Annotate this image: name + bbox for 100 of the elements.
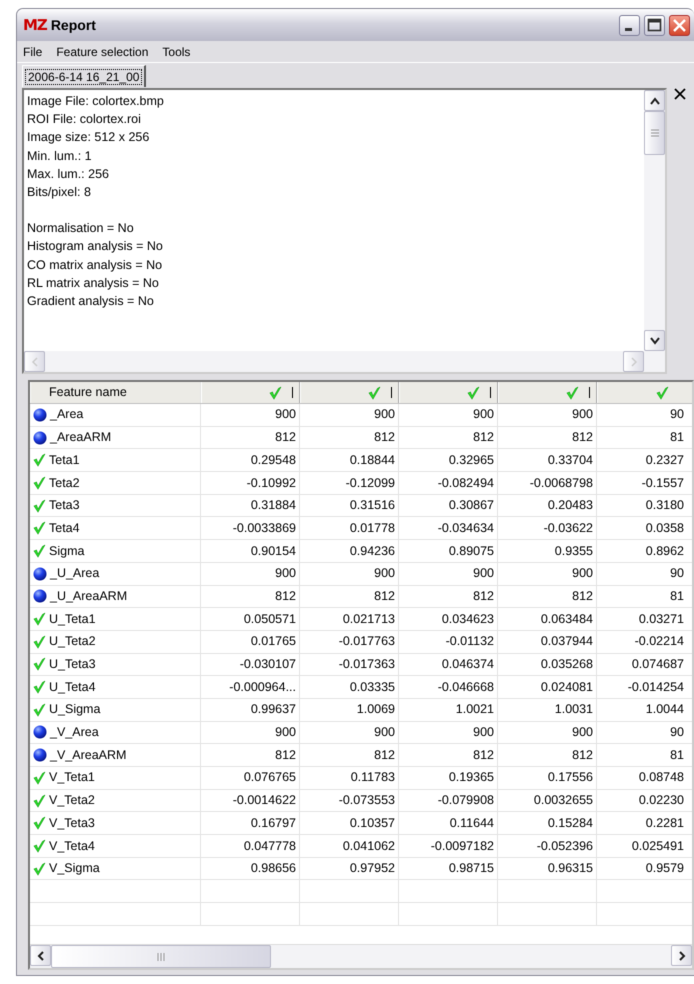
- table-cell: -0.0033869: [201, 517, 300, 540]
- scroll-down-icon[interactable]: [650, 336, 660, 344]
- close-button[interactable]: [669, 14, 690, 36]
- table-cell: 0.063484: [498, 608, 597, 630]
- table-cell: 900: [201, 404, 300, 426]
- menu-item[interactable]: Feature selection: [56, 42, 148, 60]
- report-line: Image size: 512 x 256: [27, 129, 150, 146]
- feature-name: _Area: [50, 406, 84, 424]
- feature-name: V_Teta2: [49, 792, 95, 810]
- table-cell: 0.035268: [498, 654, 597, 676]
- table-cell-text: 90: [669, 406, 685, 424]
- table-cell: 0.024081: [498, 676, 597, 698]
- report-line: RL matrix analysis = No: [27, 274, 160, 292]
- feature-name: Teta4: [49, 520, 80, 537]
- feature-name: V_Teta3: [49, 814, 95, 832]
- table-cell: 0.0032655: [498, 790, 597, 812]
- table-cell: 0.046374: [399, 654, 498, 676]
- grip-icon: [650, 129, 658, 137]
- feature-name: U_Teta4: [49, 678, 96, 696]
- vertical-scrollbar[interactable]: [644, 90, 665, 351]
- table-cell: -0.052396: [498, 835, 597, 857]
- feature-name: U_Teta1: [49, 610, 96, 628]
- report-line: Image File: colortex.bmp: [27, 93, 165, 110]
- minimize-button[interactable]: [619, 14, 640, 36]
- column-header[interactable]: [498, 382, 597, 403]
- report-line: Histogram analysis = No: [27, 238, 164, 256]
- maximize-button[interactable]: [644, 14, 665, 36]
- column-header[interactable]: [201, 382, 300, 403]
- table-cell: 0.15284: [498, 812, 597, 834]
- feature-name: U_Teta3: [49, 656, 96, 674]
- table-cell: -0.0097182: [399, 835, 498, 857]
- table-cell: 812: [201, 744, 300, 766]
- table-cell: 1.0021: [399, 698, 498, 721]
- table-cell: 812: [201, 426, 300, 448]
- table-cell-text: 0.0358: [644, 520, 685, 537]
- feature-name: Teta3: [49, 497, 80, 514]
- table-cell: -0.082494: [399, 472, 498, 494]
- feature-name: Teta1: [49, 452, 80, 469]
- table-cell-text: 0.08748: [638, 769, 685, 786]
- table-cell: 0.98656: [201, 858, 300, 880]
- table-cell: -0.079908: [399, 790, 498, 812]
- table-cell: -0.03622: [498, 517, 597, 540]
- table-cell: 812: [300, 744, 399, 766]
- table-cell: 812: [201, 586, 300, 608]
- table-cell: 0.31884: [201, 494, 300, 516]
- table-cell: 812: [498, 426, 597, 448]
- table-cell: 900: [201, 562, 300, 584]
- table-cell: 0.037944: [498, 630, 597, 653]
- table-cell-text: -0.014254: [626, 678, 685, 696]
- table-cell: 0.97952: [300, 858, 399, 880]
- scroll-right-icon[interactable]: [678, 950, 686, 960]
- grip-icon: [157, 952, 165, 960]
- table-cell: 0.94236: [300, 540, 399, 562]
- tab[interactable]: 2006-6-14 16_21_00: [22, 65, 146, 87]
- table-cell: 0.03335: [300, 676, 399, 698]
- report-line: Normalisation = No: [27, 220, 135, 238]
- table-cell: 0.11644: [399, 812, 498, 834]
- table-cell-text: 0.02230: [638, 792, 685, 810]
- scroll-left-icon[interactable]: [36, 950, 44, 960]
- table-cell: 0.01765: [201, 630, 300, 653]
- table-cell: 900: [201, 722, 300, 744]
- table-cell: 812: [300, 426, 399, 448]
- feature-name: Teta2: [49, 474, 80, 492]
- menu-item[interactable]: Tools: [162, 42, 190, 60]
- report-line: Max. lum.: 256: [27, 166, 110, 183]
- table-cell: 900: [399, 562, 498, 584]
- table-cell-text: 0.025491: [630, 838, 685, 855]
- column-header[interactable]: [399, 382, 498, 403]
- table-cell: 812: [300, 586, 399, 608]
- table-cell: -0.000964...: [201, 676, 300, 698]
- table-cell-text: 0.2327: [644, 452, 685, 469]
- table-cell: 900: [300, 722, 399, 744]
- column-header[interactable]: [300, 382, 399, 403]
- horizontal-scrollbar[interactable]: [30, 944, 692, 968]
- app-logo: MZ: [23, 14, 47, 36]
- table-cell: 812: [498, 744, 597, 766]
- table-cell: 0.047778: [201, 835, 300, 857]
- table-cell: 812: [399, 586, 498, 608]
- table-cell: 0.11783: [300, 767, 399, 789]
- table-cell: 0.9355: [498, 540, 597, 562]
- table-cell: 900: [399, 722, 498, 744]
- table-cell: 812: [498, 586, 597, 608]
- report-line: Gradient analysis = No: [27, 293, 155, 310]
- scroll-up-icon[interactable]: [650, 96, 660, 104]
- table-cell: 0.021713: [300, 608, 399, 630]
- table-cell-text: -0.02214: [634, 633, 685, 650]
- table-cell: 0.10357: [300, 812, 399, 834]
- table-cell: 0.050571: [201, 608, 300, 630]
- table-cell-text: 0.3180: [644, 497, 685, 514]
- table-cell: -0.017763: [300, 630, 399, 653]
- report-line: Min. lum.: 1: [27, 148, 93, 165]
- feature-name: U_Teta2: [49, 633, 96, 650]
- table-cell: 0.96315: [498, 858, 597, 880]
- table-cell: 900: [498, 722, 597, 744]
- table-cell: 0.17556: [498, 767, 597, 789]
- table-cell: 0.89075: [399, 540, 498, 562]
- table-cell: -0.0068798: [498, 472, 597, 494]
- menu-item[interactable]: File: [23, 42, 42, 60]
- minimize-icon: [625, 28, 632, 30]
- table-cell-text: 81: [669, 588, 685, 605]
